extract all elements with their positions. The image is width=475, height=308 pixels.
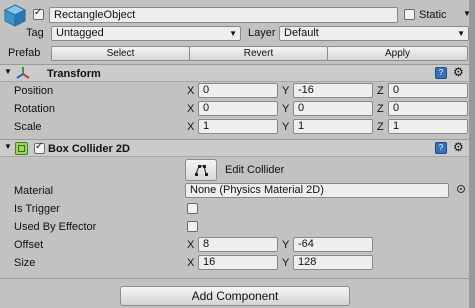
chevron-down-icon: ▼ <box>457 29 465 38</box>
object-picker-icon[interactable] <box>457 185 465 193</box>
prefab-apply-button[interactable]: Apply <box>327 46 468 61</box>
position-x-label[interactable]: X <box>187 84 194 98</box>
help-icon[interactable]: ? <box>435 142 447 154</box>
collapse-arrow-icon[interactable]: ▼ <box>4 142 12 151</box>
edit-collider-label: Edit Collider <box>225 164 285 176</box>
box-collider-header[interactable]: ▼ Box Collider 2D ? ⚙ <box>0 139 475 157</box>
scale-y-field[interactable]: 1 <box>293 119 373 134</box>
tag-value: Untagged <box>56 27 104 39</box>
layer-value: Default <box>284 27 319 39</box>
is-trigger-label: Is Trigger <box>14 203 60 215</box>
transform-icon <box>15 66 31 80</box>
rotation-x-label[interactable]: X <box>187 102 194 116</box>
scale-y-label[interactable]: Y <box>282 120 289 134</box>
used-by-effector-checkbox[interactable] <box>187 221 198 232</box>
offset-x-field[interactable]: 8 <box>198 237 278 252</box>
collapse-arrow-icon[interactable]: ▼ <box>4 67 12 76</box>
position-x-field[interactable]: 0 <box>198 83 278 98</box>
layer-dropdown[interactable]: Default ▼ <box>279 26 469 41</box>
position-z-field[interactable]: 0 <box>388 83 468 98</box>
active-checkbox[interactable] <box>33 7 44 20</box>
prefab-label: Prefab <box>8 47 41 59</box>
size-y-field[interactable]: 128 <box>293 255 373 270</box>
scale-x-label[interactable]: X <box>187 120 194 134</box>
position-z-label[interactable]: Z <box>377 84 384 98</box>
rotation-label: Rotation <box>14 103 55 115</box>
is-trigger-checkbox[interactable] <box>187 203 198 214</box>
tag-label: Tag <box>26 27 44 39</box>
scale-label: Scale <box>14 121 42 133</box>
size-y-label[interactable]: Y <box>282 256 289 270</box>
position-label: Position <box>14 85 54 97</box>
position-y-field[interactable]: -16 <box>293 83 373 98</box>
rotation-y-field[interactable]: 0 <box>293 101 373 116</box>
rotation-x-field[interactable]: 0 <box>198 101 278 116</box>
offset-y-field[interactable]: -64 <box>293 237 373 252</box>
material-field[interactable]: None (Physics Material 2D) <box>185 183 449 198</box>
transform-header[interactable]: ▼ Transform ? ⚙ <box>0 64 475 82</box>
static-label: Static <box>419 9 447 21</box>
box-collider-icon <box>15 142 28 155</box>
prefab-select-button[interactable]: Select <box>51 46 190 61</box>
tag-dropdown[interactable]: Untagged ▼ <box>51 26 241 41</box>
edit-collider-button[interactable] <box>185 159 217 181</box>
scale-z-label[interactable]: Z <box>377 120 384 134</box>
scale-x-field[interactable]: 1 <box>198 119 278 134</box>
prefab-revert-button[interactable]: Revert <box>189 46 328 61</box>
static-checkbox[interactable] <box>404 9 415 20</box>
object-name-field[interactable]: RectangleObject <box>49 7 398 23</box>
box-collider-enabled-checkbox[interactable] <box>34 141 45 154</box>
size-x-label[interactable]: X <box>187 256 194 270</box>
gear-icon[interactable]: ⚙ <box>453 65 464 79</box>
offset-y-label[interactable]: Y <box>282 238 289 252</box>
size-x-field[interactable]: 16 <box>198 255 278 270</box>
gear-icon[interactable]: ⚙ <box>453 140 464 154</box>
add-component-button[interactable]: Add Component <box>120 286 350 306</box>
help-icon[interactable]: ? <box>435 67 447 79</box>
layer-label: Layer <box>248 27 276 39</box>
offset-x-label[interactable]: X <box>187 238 194 252</box>
size-label: Size <box>14 257 36 269</box>
position-y-label[interactable]: Y <box>282 84 289 98</box>
inspector-scrollbar[interactable] <box>469 0 475 308</box>
box-collider-title: Box Collider 2D <box>48 143 130 155</box>
used-by-effector-label: Used By Effector <box>14 221 97 233</box>
offset-label: Offset <box>14 239 44 251</box>
rotation-y-label[interactable]: Y <box>282 102 289 116</box>
material-label: Material <box>14 185 54 197</box>
chevron-down-icon: ▼ <box>229 29 237 38</box>
transform-title: Transform <box>47 68 101 80</box>
rotation-z-label[interactable]: Z <box>377 102 384 116</box>
edit-collider-icon <box>194 164 208 176</box>
scale-z-field[interactable]: 1 <box>388 119 468 134</box>
gameobject-icon <box>3 3 27 27</box>
rotation-z-field[interactable]: 0 <box>388 101 468 116</box>
section-divider <box>0 278 475 279</box>
